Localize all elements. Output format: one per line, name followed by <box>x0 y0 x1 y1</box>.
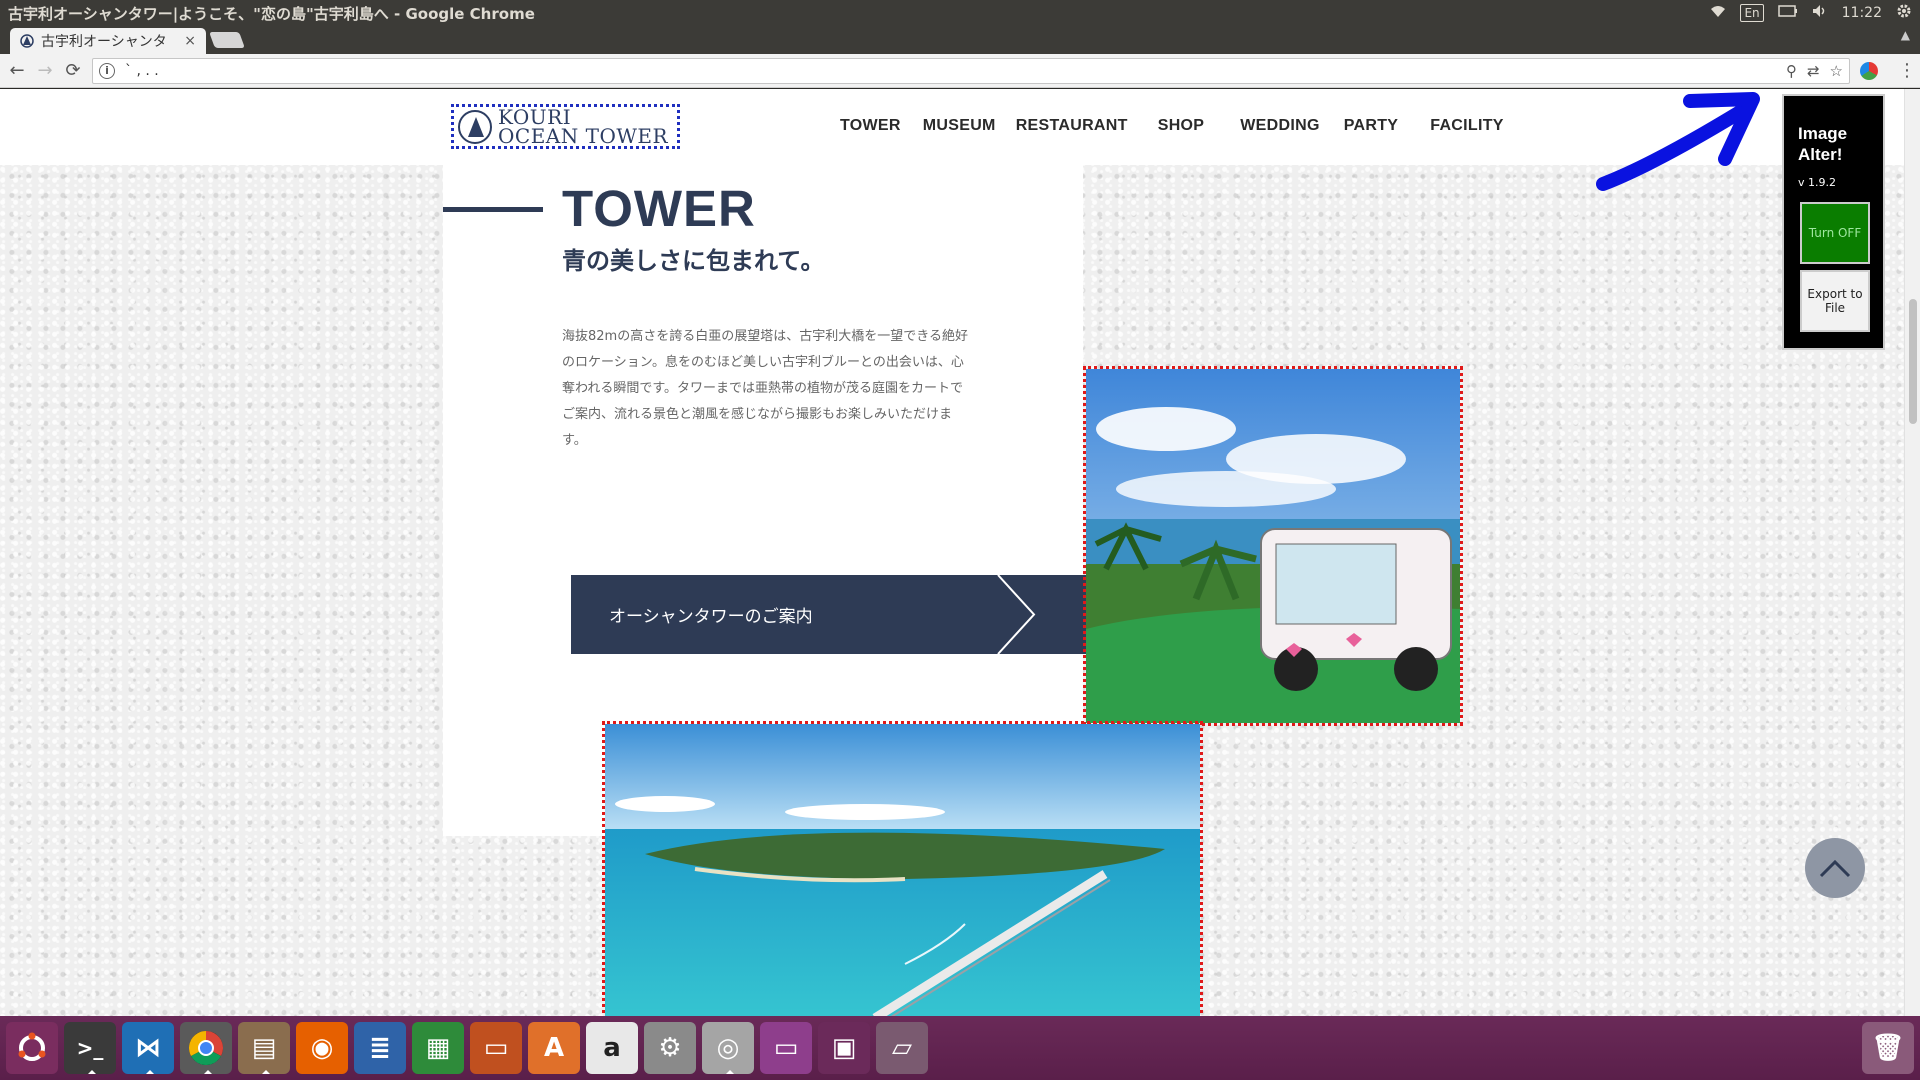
nav-item-shop[interactable]: SHOP <box>1158 117 1205 135</box>
title-accent-line <box>443 207 543 212</box>
omnibox-actions: ⚲ ⇄ ☆ <box>1786 62 1843 80</box>
nav-item-facility[interactable]: FACILITY <box>1430 117 1504 135</box>
nav-item-wedding[interactable]: WEDDING <box>1240 117 1319 135</box>
nav-item-museum[interactable]: MUSEUM <box>923 117 996 135</box>
battery-icon[interactable] <box>1777 5 1798 21</box>
workspace-icon[interactable]: ▣ <box>818 1022 870 1074</box>
user-menu-icon[interactable]: ▲ <box>1901 28 1910 42</box>
wifi-icon[interactable] <box>1710 4 1726 22</box>
chrome-icon[interactable] <box>180 1022 232 1074</box>
chrome-menu-button[interactable]: ⋮ <box>1898 60 1916 81</box>
calc-icon[interactable]: ▦ <box>412 1022 464 1074</box>
logo-line-2: OCEAN TOWER <box>498 123 669 148</box>
forward-button[interactable]: → <box>34 60 56 82</box>
pin-icon[interactable]: ⚲ <box>1786 62 1797 80</box>
tab-close-icon[interactable]: × <box>184 33 196 49</box>
tower-emblem-icon <box>458 109 492 144</box>
extension-title-line-1: Image <box>1798 124 1848 143</box>
page-viewport: KOURI OCEAN TOWER TOWER MUSEUM RESTAURAN… <box>0 89 1904 1016</box>
tower-cart-photo <box>1083 366 1463 726</box>
section-description: 海抜82mの高さを誇る白亜の展望塔は、古宇利大橋を一望できる絶好のロケーション。… <box>562 329 968 448</box>
scrollbar-thumb[interactable] <box>1909 299 1917 424</box>
image-alter-extension-icon[interactable] <box>1860 62 1878 80</box>
gear-icon[interactable] <box>1896 3 1912 23</box>
volume-icon[interactable] <box>1812 4 1828 22</box>
system-tray: En 11:22 <box>1710 0 1912 26</box>
screenshot-icon[interactable]: ◎ <box>702 1022 754 1074</box>
ubuntu-icon[interactable] <box>6 1022 58 1074</box>
extension-version: v 1.9.2 <box>1798 176 1836 189</box>
logo-text: KOURI OCEAN TOWER <box>498 107 669 148</box>
os-top-panel: 古宇利オーシャンタワー|ようこそ、"恋の島"古宇利島へ - Google Chr… <box>0 0 1920 26</box>
translate-icon[interactable]: ⇄ <box>1807 62 1820 80</box>
window-title: 古宇利オーシャンタワー|ようこそ、"恋の島"古宇利島へ - Google Chr… <box>8 4 535 23</box>
extension-title: Image Alter! <box>1798 123 1847 165</box>
nav-item-party[interactable]: PARTY <box>1344 117 1399 135</box>
extension-title-line-2: Alter! <box>1798 145 1843 164</box>
site-favicon-icon <box>20 34 34 48</box>
scroll-to-top-button[interactable] <box>1805 838 1865 898</box>
guide-button-label: オーシャンタワーのご案内 <box>609 607 813 627</box>
annotation-arrow-icon <box>1596 92 1760 191</box>
trash-icon[interactable]: 🗑 <box>1862 1022 1914 1074</box>
software-center-icon[interactable]: A <box>528 1022 580 1074</box>
settings-icon[interactable]: ⚙ <box>644 1022 696 1074</box>
ocean-tower-guide-button[interactable]: オーシャンタワーのご案内 <box>571 575 1091 654</box>
page-scrollbar[interactable] <box>1904 89 1920 1016</box>
back-button[interactable]: ← <box>6 60 28 82</box>
keyboard-layout-indicator[interactable]: En <box>1740 4 1764 22</box>
url-input[interactable] <box>125 62 1725 80</box>
star-icon[interactable]: ☆ <box>1830 62 1843 80</box>
section-subtitle: 青の美しさに包まれて。 <box>562 247 825 275</box>
turn-off-button[interactable]: Turn OFF <box>1800 202 1870 264</box>
impress-icon[interactable]: ▭ <box>470 1022 522 1074</box>
kouri-bridge-photo <box>602 721 1203 1016</box>
export-to-file-button[interactable]: Export to File <box>1800 270 1870 332</box>
main-nav: TOWER MUSEUM RESTAURANT SHOP WEDDING PAR… <box>840 117 1504 135</box>
cart-photo-image <box>1086 369 1460 723</box>
chevron-up-icon <box>1819 859 1851 878</box>
address-bar[interactable]: i ⚲ ⇄ ☆ <box>92 58 1850 84</box>
launcher-dock: >_ ⋈ ▤ ◉ ≣ ▦ ▭ A a ⚙ ◎ ▭ ▣ ▱ 🗑 <box>0 1016 1920 1080</box>
tab-strip: 古宇利オーシャンタ × ▲ <box>0 26 1920 54</box>
reload-button[interactable]: ⟳ <box>62 60 84 82</box>
firefox-icon[interactable]: ◉ <box>296 1022 348 1074</box>
window-icon[interactable]: ▭ <box>760 1022 812 1074</box>
tab-title: 古宇利オーシャンタ <box>41 34 167 50</box>
site-logo[interactable]: KOURI OCEAN TOWER <box>451 104 680 149</box>
clock[interactable]: 11:22 <box>1842 5 1882 21</box>
browser-tab[interactable]: 古宇利オーシャンタ × <box>10 28 206 54</box>
drive-icon[interactable]: ▱ <box>876 1022 928 1074</box>
browser-toolbar: ← → ⟳ i ⚲ ⇄ ☆ ⋮ <box>0 54 1920 88</box>
files-icon[interactable]: ▤ <box>238 1022 290 1074</box>
vscode-icon[interactable]: ⋈ <box>122 1022 174 1074</box>
section-title: TOWER <box>562 180 756 237</box>
new-tab-button[interactable] <box>209 32 245 48</box>
image-alter-panel: Image Alter! v 1.9.2 Turn OFF Export to … <box>1782 94 1885 350</box>
nav-item-restaurant[interactable]: RESTAURANT <box>1016 117 1128 135</box>
writer-icon[interactable]: ≣ <box>354 1022 406 1074</box>
chevron-right-icon <box>997 575 1036 654</box>
nav-item-tower[interactable]: TOWER <box>840 117 901 135</box>
bridge-photo-image <box>605 724 1200 1016</box>
site-info-icon[interactable]: i <box>99 63 115 79</box>
terminal-icon[interactable]: >_ <box>64 1022 116 1074</box>
amazon-icon[interactable]: a <box>586 1022 638 1074</box>
